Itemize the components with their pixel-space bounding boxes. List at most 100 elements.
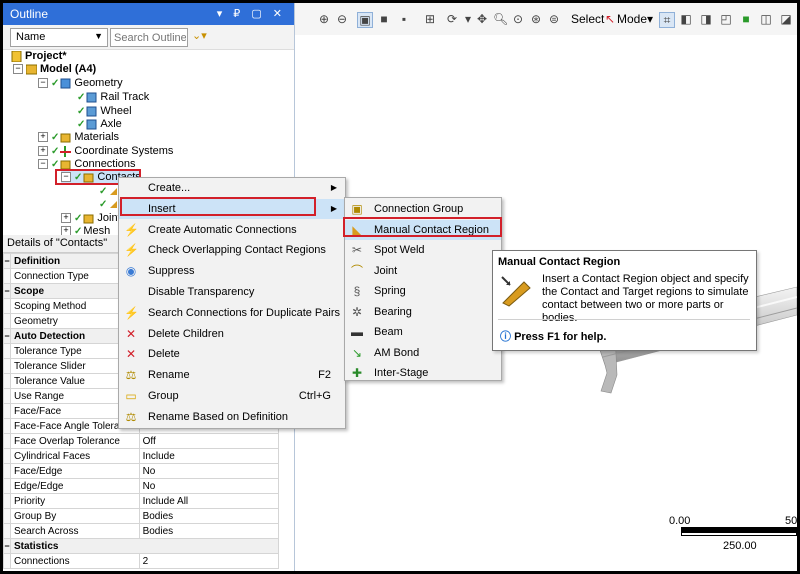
menu-item-spot-weld[interactable]: ✂ Spot Weld — [345, 240, 501, 260]
details-value[interactable]: Include — [138, 448, 280, 464]
details-key: Face/Edge — [10, 463, 140, 479]
details-value[interactable]: Off — [138, 433, 280, 449]
details-row[interactable]: Face/Edge No — [3, 463, 280, 479]
joint-folder-icon — [83, 213, 94, 224]
magnifier-icon[interactable]: ⊜ — [547, 12, 561, 26]
expand-icon[interactable]: + — [61, 213, 71, 224]
menu-item-create-automatic-connections[interactable]: ⚡ Create Automatic Connections — [119, 220, 345, 240]
submenu-arrow-icon: ▶ — [330, 203, 337, 213]
details-row[interactable]: Face Overlap Tolerance Off — [3, 433, 280, 449]
tree-node-model[interactable]: − Model (A4) — [13, 62, 96, 76]
menu-item-am-bond[interactable]: ↘ AM Bond — [345, 343, 501, 363]
details-row[interactable]: Cylindrical Faces Include — [3, 448, 280, 464]
select-body-icon[interactable]: ▣ — [357, 12, 373, 28]
menu-item-disable-transparency[interactable]: Disable Transparency — [119, 282, 345, 302]
tree-node-geometry[interactable]: − ✓ Geometry — [38, 76, 123, 90]
element-select-icon[interactable]: ◪ — [779, 12, 793, 26]
tree-label-axle: Axle — [100, 118, 122, 130]
details-value[interactable]: 2 — [138, 553, 280, 569]
collapse-icon[interactable]: − — [3, 328, 11, 344]
connections-icon — [60, 159, 71, 170]
chevron-down-icon[interactable]: ▾ — [461, 12, 475, 26]
menu-item-suppress[interactable]: ◉ Suppress — [119, 261, 345, 281]
face-select-icon[interactable]: ◰ — [719, 12, 733, 26]
mode-dropdown[interactable]: Mode▾ — [617, 12, 653, 26]
menu-item-beam[interactable]: ▬ Beam — [345, 322, 501, 342]
body-select-icon[interactable]: ■ — [739, 12, 753, 26]
expand-icon[interactable]: + — [38, 132, 48, 143]
expand-icon[interactable]: + — [38, 146, 48, 157]
menu-item-rename[interactable]: ⚖ Rename F2 — [119, 365, 345, 385]
details-row[interactable]: Search Across Bodies — [3, 523, 280, 539]
details-key: Group By — [10, 508, 140, 524]
details-value[interactable]: Bodies — [138, 508, 280, 524]
tree-node-coordinate-systems[interactable]: + ✓ Coordinate Systems — [38, 144, 173, 158]
zoom-in-icon[interactable]: ⊕ — [317, 12, 331, 26]
menu-item-label: Spot Weld — [374, 244, 425, 256]
tree-node-materials[interactable]: + ✓ Materials — [38, 130, 119, 144]
details-key: Search Across — [10, 523, 140, 539]
tooltip-help-text: Press F1 for help. — [514, 331, 607, 343]
menu-item-joint[interactable]: ⌒ Joint — [345, 261, 501, 281]
search-outline-input[interactable] — [111, 29, 189, 46]
details-value[interactable]: Bodies — [138, 523, 280, 539]
tree-node-joints[interactable]: + ✓ Joint — [61, 211, 121, 225]
menu-item-label: Inter-Stage — [374, 367, 429, 379]
tree-node-project[interactable]: Project* — [11, 49, 67, 63]
details-value[interactable]: No — [138, 478, 280, 494]
menu-item-delete-children[interactable]: ✕ Delete Children — [119, 324, 345, 344]
select-mode-label[interactable]: Select — [571, 12, 604, 26]
tree-label-coordinate-systems: Coordinate Systems — [74, 145, 174, 157]
outline-title: Outline — [10, 7, 49, 21]
tooltip-title: Manual Contact Region — [498, 256, 621, 268]
search-outline-box[interactable] — [110, 28, 189, 47]
node-select-icon[interactable]: ◫ — [759, 12, 773, 26]
details-row[interactable]: Priority Include All — [3, 493, 280, 509]
cursor-icon[interactable]: ↖ — [603, 12, 617, 26]
collapse-icon[interactable]: − — [38, 159, 48, 170]
name-filter-dropdown[interactable]: Name ▼ — [10, 28, 108, 47]
bearing-icon: ✲ — [351, 304, 363, 319]
menu-item-create[interactable]: Create... ▶ — [119, 178, 345, 198]
menu-item-spring[interactable]: § Spring — [345, 281, 501, 301]
filter-chevron-icon[interactable]: ⌄▾ — [192, 29, 207, 42]
menu-item-delete[interactable]: ✕ Delete — [119, 344, 345, 364]
zoom-fit-icon[interactable]: ⊛ — [529, 12, 543, 26]
collapse-icon[interactable]: − — [3, 283, 11, 299]
collapse-icon[interactable]: − — [13, 64, 23, 75]
zoom-out-icon[interactable]: ⊖ — [335, 12, 349, 26]
pan-icon[interactable]: ✥ — [475, 12, 489, 26]
tree-label-wheel: Wheel — [100, 105, 132, 117]
menu-item-check-overlapping-contact-regions[interactable]: ⚡ Check Overlapping Contact Regions — [119, 240, 345, 260]
collapse-icon[interactable]: − — [38, 78, 48, 89]
zoom-icon[interactable]: 🔍︎ — [493, 12, 508, 26]
tree-node-rail-track[interactable]: ✓ Rail Track — [77, 90, 149, 104]
details-row[interactable]: Group By Bodies — [3, 508, 280, 524]
details-value[interactable]: Include All — [138, 493, 280, 509]
collapse-icon[interactable]: − — [3, 538, 11, 554]
tree-node-axle[interactable]: ✓ Axle — [77, 117, 122, 131]
face-select-icon[interactable]: ◨ — [699, 12, 713, 26]
edge-select-icon[interactable]: ◧ — [679, 12, 693, 26]
body-icon[interactable]: ■ — [377, 12, 391, 26]
tree-node-wheel[interactable]: ✓ Wheel — [77, 104, 132, 118]
menu-item-rename-based-on-definition[interactable]: ⚖ Rename Based on Definition — [119, 407, 345, 427]
fit-icon[interactable]: ⊞ — [423, 12, 437, 26]
details-row[interactable]: Edge/Edge No — [3, 478, 280, 494]
details-group-row[interactable]: − Statistics — [3, 538, 279, 554]
pane-window-buttons[interactable]: ▾ ₽ ▢ ✕ — [217, 7, 286, 20]
vertex-select-icon[interactable]: ⌗ — [659, 12, 675, 28]
scale-bar-white — [681, 532, 797, 536]
menu-item-bearing[interactable]: ✲ Bearing — [345, 302, 501, 322]
cubes-icon[interactable]: ▪ — [397, 12, 411, 26]
zoom-box-icon[interactable]: ⊙ — [511, 12, 525, 26]
details-value[interactable]: No — [138, 463, 280, 479]
details-row[interactable]: Connections 2 — [3, 553, 280, 569]
rotate-icon[interactable]: ⟳ — [445, 12, 459, 26]
menu-item-search-connections-for-duplicate-pairs[interactable]: ⚡ Search Connections for Duplicate Pairs — [119, 303, 345, 323]
collapse-icon[interactable]: − — [3, 253, 11, 269]
menu-shortcut: F2 — [318, 369, 331, 382]
menu-item-inter-stage[interactable]: ✚ Inter-Stage — [345, 363, 501, 383]
menu-item-group[interactable]: ▭ Group Ctrl+G — [119, 386, 345, 406]
menu-item-connection-group[interactable]: ▣ Connection Group — [345, 199, 501, 219]
